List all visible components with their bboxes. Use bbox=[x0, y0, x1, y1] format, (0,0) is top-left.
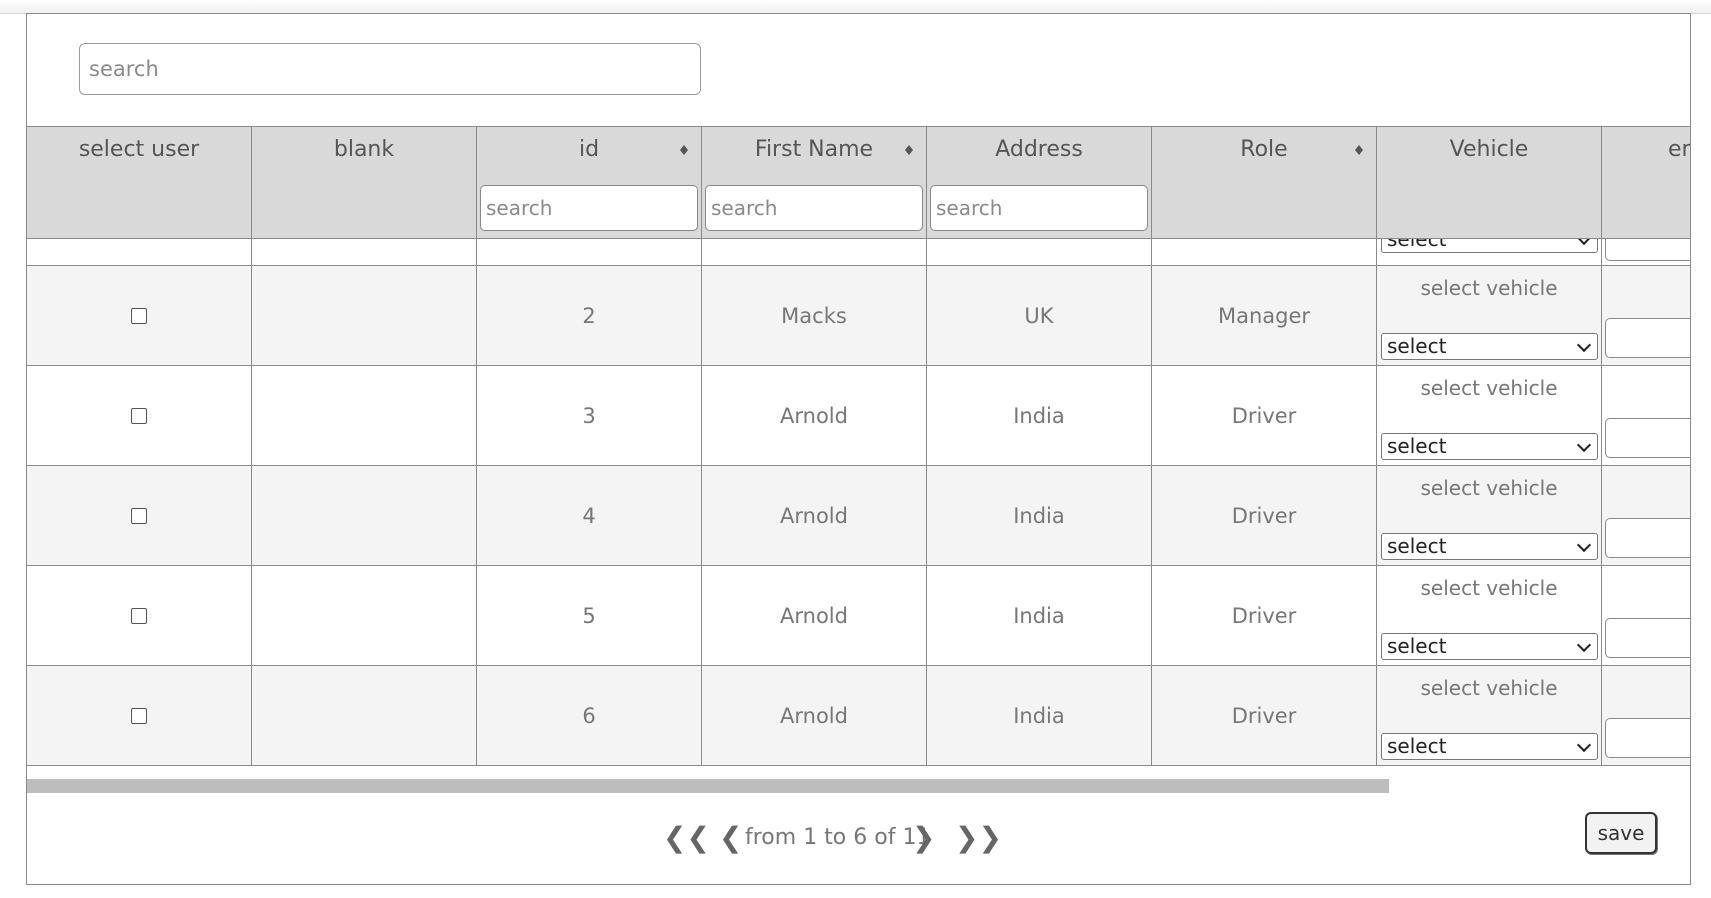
cell-role: Manager bbox=[1217, 303, 1311, 328]
first-page-button[interactable]: ❮❮ bbox=[663, 821, 710, 854]
select-user-checkbox[interactable] bbox=[131, 307, 147, 324]
cell-id: 2 bbox=[582, 303, 596, 328]
col-header-blank: blank bbox=[252, 127, 477, 239]
table-row: 6 Arnold India Driver select vehicle sel… bbox=[27, 666, 1690, 766]
cell-role: Driver bbox=[1231, 703, 1297, 728]
address-filter-input[interactable] bbox=[930, 185, 1148, 231]
vehicle-select[interactable]: select bbox=[1381, 433, 1598, 460]
extra-input[interactable] bbox=[1605, 318, 1690, 358]
col-label: id bbox=[578, 137, 600, 162]
table-row: 4 Arnold India Driver select vehicle sel… bbox=[27, 466, 1690, 566]
vehicle-select[interactable]: select bbox=[1381, 333, 1598, 360]
cell-first-name: Arnold bbox=[780, 403, 848, 428]
extra-input[interactable] bbox=[1605, 518, 1690, 558]
horizontal-scrollbar[interactable] bbox=[27, 779, 1690, 794]
select-user-checkbox[interactable] bbox=[131, 607, 147, 624]
first-name-filter-input[interactable] bbox=[705, 185, 923, 231]
col-header-first-name[interactable]: First Name bbox=[702, 127, 927, 239]
cell-id: 3 bbox=[582, 403, 596, 428]
save-button[interactable]: save bbox=[1585, 812, 1657, 854]
sort-diamond-icon[interactable] bbox=[679, 145, 689, 155]
col-header-address: Address bbox=[927, 127, 1152, 239]
col-label: Role bbox=[1240, 137, 1288, 162]
cell-first-name: Macks bbox=[781, 303, 847, 328]
vehicle-label: select vehicle bbox=[1420, 476, 1558, 500]
col-header-role[interactable]: Role bbox=[1152, 127, 1377, 239]
vehicle-select[interactable]: select bbox=[1381, 239, 1598, 253]
chevron-down-icon bbox=[1576, 537, 1592, 553]
cell-address: India bbox=[1013, 703, 1065, 728]
prev-page-button[interactable]: ❮ bbox=[719, 821, 742, 854]
select-user-checkbox[interactable] bbox=[131, 407, 147, 424]
user-grid-panel: select user blank id First Name Address … bbox=[26, 13, 1691, 885]
chevron-down-icon bbox=[1576, 337, 1592, 353]
select-user-checkbox[interactable] bbox=[131, 507, 147, 524]
chevron-down-icon bbox=[1576, 737, 1592, 753]
col-label: blank bbox=[333, 137, 395, 162]
pagination: ❮❮ ❮ from 1 to 6 of 11 ❯ ❯❯ bbox=[27, 821, 1690, 861]
panel-top-border bbox=[26, 13, 1691, 14]
col-header-en: en bbox=[1602, 127, 1690, 239]
col-label: select user bbox=[78, 137, 200, 162]
table-row-partial: select bbox=[27, 239, 1690, 266]
table-row: 5 Arnold India Driver select vehicle sel… bbox=[27, 566, 1690, 666]
vehicle-select[interactable]: select bbox=[1381, 733, 1598, 760]
scrollbar-thumb[interactable] bbox=[27, 779, 1389, 793]
col-header-vehicle: Vehicle bbox=[1377, 127, 1602, 239]
chevron-down-icon bbox=[1576, 637, 1592, 653]
browser-top-edge bbox=[0, 0, 1711, 14]
vehicle-select[interactable]: select bbox=[1381, 533, 1598, 560]
vehicle-label: select vehicle bbox=[1420, 276, 1558, 300]
cell-role: Driver bbox=[1231, 403, 1297, 428]
next-page-button[interactable]: ❯ bbox=[912, 821, 935, 854]
page-range-text: from 1 to 6 of 11 bbox=[745, 825, 931, 850]
select-user-checkbox[interactable] bbox=[131, 707, 147, 724]
global-search-input[interactable] bbox=[79, 43, 701, 95]
cell-id: 6 bbox=[582, 703, 596, 728]
last-page-button[interactable]: ❯❯ bbox=[955, 821, 1002, 854]
col-label: Vehicle bbox=[1449, 137, 1529, 162]
cell-first-name: Arnold bbox=[780, 603, 848, 628]
sort-diamond-icon[interactable] bbox=[1354, 145, 1364, 155]
vehicle-label: select vehicle bbox=[1420, 676, 1558, 700]
cell-first-name: Arnold bbox=[780, 703, 848, 728]
extra-input[interactable] bbox=[1605, 618, 1690, 658]
cell-id: 4 bbox=[582, 503, 596, 528]
cell-role: Driver bbox=[1231, 603, 1297, 628]
cell-first-name: Arnold bbox=[780, 503, 848, 528]
col-header-select-user: select user bbox=[27, 127, 252, 239]
table-row: 3 Arnold India Driver select vehicle sel… bbox=[27, 366, 1690, 466]
col-label: Address bbox=[995, 137, 1083, 162]
chevron-down-icon bbox=[1576, 437, 1592, 453]
sort-diamond-icon[interactable] bbox=[904, 145, 914, 155]
cell-address: UK bbox=[1024, 303, 1054, 328]
cell-address: India bbox=[1013, 603, 1065, 628]
cell-role: Driver bbox=[1231, 503, 1297, 528]
grid-header: select user blank id First Name Address … bbox=[27, 126, 1690, 239]
chevron-down-icon bbox=[1576, 239, 1592, 246]
col-header-id[interactable]: id bbox=[477, 127, 702, 239]
extra-input[interactable] bbox=[1605, 239, 1690, 261]
cell-address: India bbox=[1013, 403, 1065, 428]
extra-input[interactable] bbox=[1605, 418, 1690, 458]
extra-input[interactable] bbox=[1605, 718, 1690, 758]
col-label: en bbox=[1668, 137, 1690, 162]
vehicle-label: select vehicle bbox=[1420, 376, 1558, 400]
vehicle-label: select vehicle bbox=[1420, 576, 1558, 600]
cell-id: 5 bbox=[582, 603, 596, 628]
col-label: First Name bbox=[754, 137, 874, 162]
table-row: 2 Macks UK Manager select vehicle select bbox=[27, 266, 1690, 366]
vehicle-select[interactable]: select bbox=[1381, 633, 1598, 660]
id-filter-input[interactable] bbox=[480, 185, 698, 231]
data-grid: select user blank id First Name Address … bbox=[27, 126, 1690, 794]
cell-address: India bbox=[1013, 503, 1065, 528]
